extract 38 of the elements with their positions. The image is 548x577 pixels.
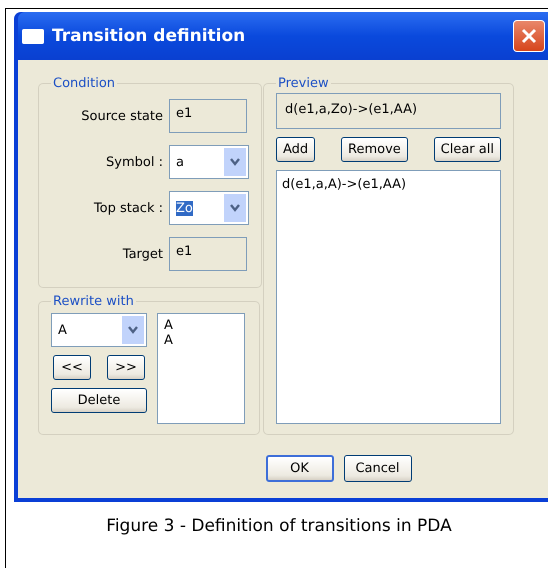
list-item[interactable]: d(e1,a,A)->(e1,AA) <box>282 177 495 192</box>
figure-caption: Figure 3 - Definition of transitions in PDA <box>105 515 453 536</box>
group-label: Preview <box>277 76 330 91</box>
dropdown-field[interactable]: a <box>169 145 249 179</box>
action-button[interactable]: Clear all <box>434 137 501 162</box>
close-icon <box>520 27 538 45</box>
action-button[interactable]: Add <box>276 137 316 162</box>
window-title: Transition definition <box>52 26 246 46</box>
field-value: Zo <box>176 200 193 216</box>
dialog-button[interactable]: OK <box>266 455 334 482</box>
dropdown-button[interactable] <box>224 148 246 176</box>
dropdown-button[interactable] <box>122 316 144 344</box>
list-item[interactable]: A <box>164 318 238 333</box>
action-button[interactable]: Remove <box>341 137 408 162</box>
group-label: Rewrite with <box>52 294 135 309</box>
field-value: A <box>58 322 68 338</box>
readonly-field: e1 <box>169 99 247 133</box>
group-label: Condition <box>52 76 116 91</box>
chevron-icon <box>229 203 241 213</box>
chevron-icon <box>229 157 241 167</box>
preview-field: d(e1,a,Zo)->(e1,AA) <box>276 93 501 129</box>
list-item[interactable]: A <box>164 333 238 348</box>
dialog-button[interactable]: Cancel <box>344 455 412 482</box>
delete-button[interactable]: Delete <box>51 388 147 413</box>
field-label: Top stack : <box>92 200 163 216</box>
readonly-field: e1 <box>169 237 247 271</box>
chevron-icon <box>127 325 139 335</box>
shift-button[interactable]: >> <box>107 355 145 380</box>
field-label: Symbol : <box>105 154 163 170</box>
field-value: a <box>176 154 184 170</box>
window-icon <box>22 28 44 44</box>
close-button[interactable] <box>513 20 545 52</box>
field-label: Source state <box>80 108 163 124</box>
shift-button[interactable]: << <box>53 355 91 380</box>
dropdown-field[interactable]: A <box>51 313 147 347</box>
field-label: Target <box>122 246 163 262</box>
dropdown-field[interactable]: Zo <box>169 191 249 225</box>
dropdown-button[interactable] <box>224 194 246 222</box>
